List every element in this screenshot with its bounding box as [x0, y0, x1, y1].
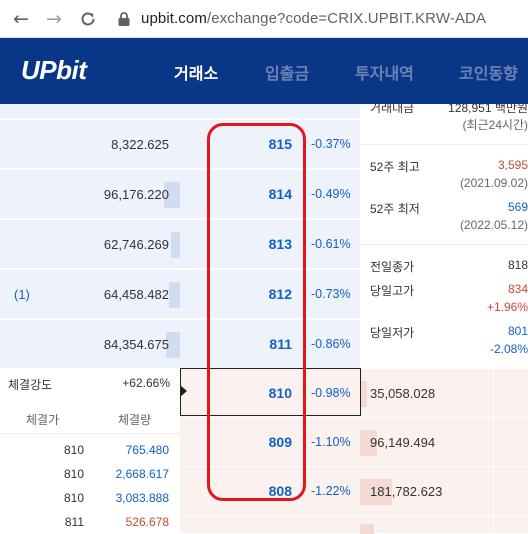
trade-volume-header: 체결량 — [118, 413, 152, 427]
day-high-value: 834 — [507, 282, 528, 296]
site-header: UPbit 거래소 입출금 투자내역 코인동향 — [0, 38, 528, 104]
bid-row-partial — [360, 516, 528, 534]
day-high-pct: +1.96% — [486, 300, 528, 314]
trade-strength-value: +62.66% — [122, 376, 170, 390]
order-change: -0.61% — [311, 237, 351, 251]
ask-volume: 96,176.220 — [103, 187, 169, 202]
menu-coin-trends[interactable]: 코인동향 — [459, 60, 518, 84]
bid-row[interactable]: 35,058.028 — [360, 369, 528, 418]
url-path: /exchange?code=CRIX.UPBIT.KRW-ADA — [206, 10, 487, 27]
order-change: -1.22% — [311, 484, 351, 498]
order-change: -0.37% — [311, 137, 351, 151]
menu-investment-history[interactable]: 투자내역 — [355, 60, 414, 84]
bid-row[interactable]: 181,782.623 — [360, 467, 528, 516]
trade-amount-period: (최근24시간) — [462, 118, 528, 132]
bid-volume: 96,149.494 — [370, 435, 436, 450]
ask-row[interactable]: 8,322.625 — [0, 120, 180, 169]
divider — [360, 244, 528, 245]
trade-price: 810 — [63, 491, 84, 505]
ask-row[interactable]: 96,176.220 — [0, 170, 180, 219]
market-info-column: 거래대금 128,951 백만원 (최근24시간) 52주 최고 3,595 (… — [360, 104, 528, 534]
ask-volume-column: 8,322.625 96,176.220 62,746.269 (1) 64,4… — [0, 104, 180, 534]
day-low-pct: -2.08% — [489, 342, 528, 356]
trade-row: 810 2,668.617 — [0, 463, 180, 487]
trade-volume: 526.678 — [125, 515, 169, 529]
address-bar[interactable]: upbit.com/exchange?code=CRIX.UPBIT.KRW-A… — [141, 10, 486, 27]
reload-icon[interactable] — [76, 7, 100, 31]
price-row-partial — [180, 516, 360, 534]
highlight-outline — [207, 123, 306, 501]
ask-row-partial — [0, 104, 180, 119]
divider — [360, 144, 528, 145]
trade-price: 810 — [63, 443, 84, 457]
upbit-logo[interactable]: UPbit — [21, 55, 87, 86]
menu-deposit-withdraw[interactable]: 입출금 — [265, 60, 309, 84]
trade-volume: 765.480 — [125, 443, 169, 457]
price-row-partial — [180, 104, 360, 119]
trade-row: 810 3,083.888 — [0, 487, 180, 511]
lock-icon[interactable] — [117, 11, 131, 27]
order-change: -0.73% — [311, 287, 351, 301]
trade-price: 810 — [63, 467, 84, 481]
order-change: -0.49% — [311, 187, 351, 201]
low52-label: 52주 최저 — [370, 202, 420, 216]
current-price-arrow-icon — [180, 385, 187, 397]
ask-row[interactable]: 84,354.675 — [0, 320, 180, 369]
high52-date: (2021.09.02) — [459, 176, 528, 190]
ask-volume-bar — [171, 232, 180, 258]
bid-row[interactable]: 96,149.494 — [360, 418, 528, 467]
day-low-value: 801 — [507, 324, 528, 338]
ask-volume-bar — [169, 282, 180, 308]
ask-row[interactable]: 62,746.269 — [0, 220, 180, 269]
ask-row[interactable]: (1) 64,458.482 — [0, 270, 180, 319]
trade-volume: 3,083.888 — [115, 491, 169, 505]
browser-toolbar: ← → upbit.com/exchange?code=CRIX.UPBIT.K… — [0, 0, 528, 38]
bid-volume-bar — [360, 524, 374, 534]
trade-row: 810 765.480 — [0, 439, 180, 463]
order-change: -0.86% — [311, 337, 351, 351]
day-low-label: 당일저가 — [370, 326, 415, 340]
back-arrow-icon[interactable]: ← — [9, 7, 33, 31]
menu-exchange[interactable]: 거래소 — [174, 60, 218, 84]
high52-label: 52주 최고 — [370, 160, 420, 174]
ask-order-mark: (1) — [14, 287, 30, 302]
bid-volume: 35,058.028 — [370, 386, 436, 401]
ask-volume: 84,354.675 — [103, 337, 169, 352]
trade-amount-value: 128,951 백만원 — [448, 104, 528, 115]
day-high-label: 당일고가 — [370, 284, 415, 298]
prev-close-label: 전일종가 — [370, 260, 415, 274]
trade-strength: 체결강도 +62.66% — [0, 368, 180, 398]
trade-amount-label: 거래대금 — [370, 104, 415, 115]
trade-price-header: 체결가 — [26, 413, 60, 427]
low52-value: 569 — [507, 200, 528, 214]
column-divider — [493, 368, 494, 534]
low52-date: (2022.05.12) — [459, 218, 528, 232]
url-host: upbit.com — [141, 10, 207, 27]
trade-table-header: 체결가 체결량 — [0, 404, 180, 434]
trade-row: 811 526.678 — [0, 511, 180, 534]
bid-volume-bar — [360, 381, 367, 407]
orderbook-panel: 8,322.625 96,176.220 62,746.269 (1) 64,4… — [0, 104, 528, 534]
trade-strength-label: 체결강도 — [8, 378, 53, 392]
ask-volume: 62,746.269 — [103, 237, 169, 252]
bid-volume: 181,782.623 — [370, 484, 443, 499]
ask-volume: 8,322.625 — [111, 137, 169, 152]
order-change: -1.10% — [311, 435, 351, 449]
trade-price: 811 — [64, 515, 84, 529]
ask-volume: 64,458.482 — [103, 287, 169, 302]
trade-volume: 2,668.617 — [115, 467, 169, 481]
prev-close-value: 818 — [507, 258, 528, 272]
high52-value: 3,595 — [497, 158, 528, 172]
forward-arrow-icon[interactable]: → — [42, 7, 66, 31]
